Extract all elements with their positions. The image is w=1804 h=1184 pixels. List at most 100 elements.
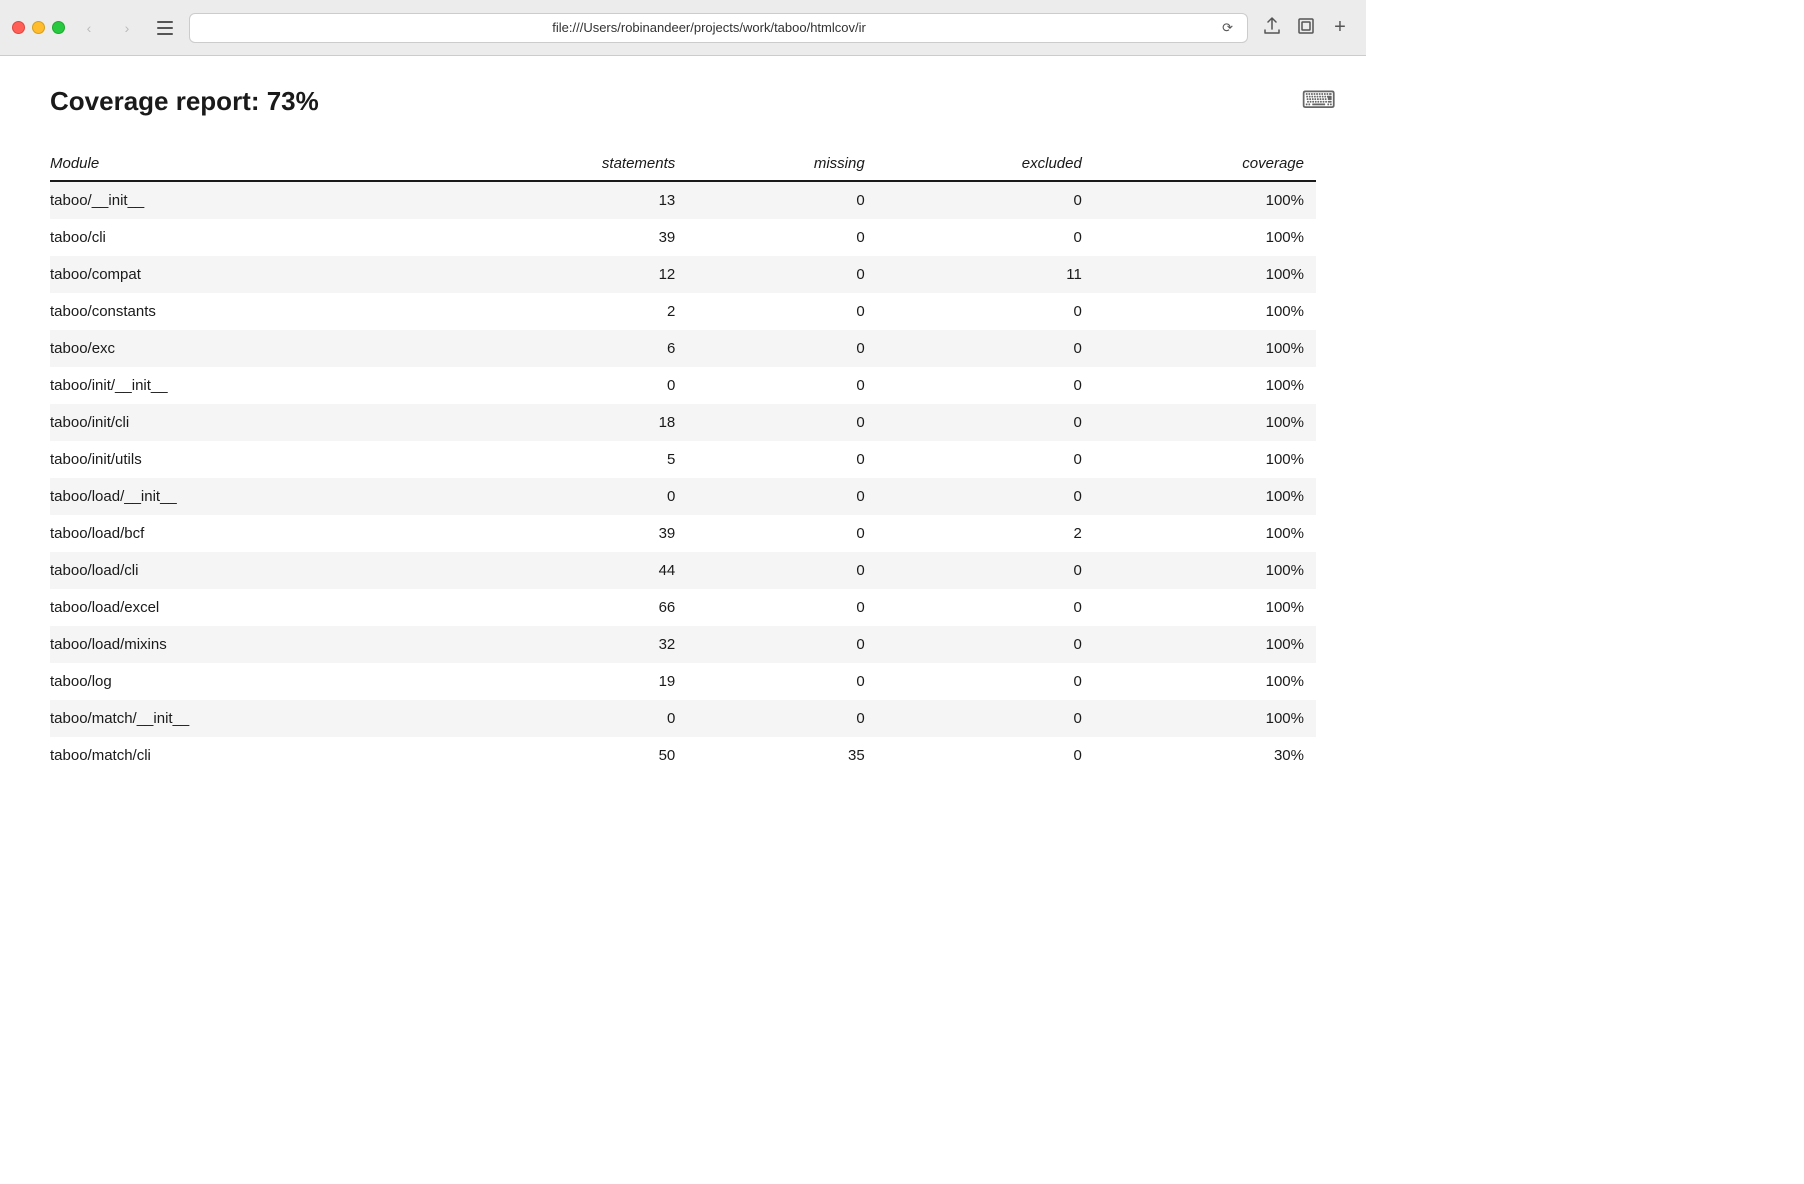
cell-missing: 0 (687, 256, 876, 293)
cell-module: taboo/load/__init__ (50, 478, 430, 515)
module-link[interactable]: taboo/exc (50, 340, 115, 357)
cell-statements: 5 (430, 441, 687, 478)
cell-missing: 0 (687, 367, 876, 404)
share-icon (1264, 17, 1280, 39)
share-button[interactable] (1258, 14, 1286, 42)
table-row[interactable]: taboo/compat 12011100% (50, 256, 1316, 293)
cell-module: taboo/log (50, 663, 430, 700)
back-button[interactable]: ‹ (75, 14, 103, 42)
table-row[interactable]: taboo/init/cli1800100% (50, 404, 1316, 441)
module-link[interactable]: taboo/load/cli (50, 562, 138, 579)
traffic-lights (12, 21, 65, 34)
page-content: Coverage report: 73% ⌨ Module statements… (0, 56, 1366, 804)
module-link[interactable]: taboo/load/excel (50, 599, 159, 616)
cell-statements: 18 (430, 404, 687, 441)
browser-chrome: ‹ › file:///Users/robinandeer/projects/w… (0, 0, 1366, 56)
cell-coverage: 100% (1094, 589, 1316, 626)
forward-icon: › (125, 20, 130, 36)
module-link[interactable]: taboo/match/cli (50, 747, 151, 764)
module-link[interactable]: taboo/init/__init__ (50, 377, 168, 394)
address-bar[interactable]: file:///Users/robinandeer/projects/work/… (189, 13, 1248, 43)
cell-module: taboo/load/bcf (50, 515, 430, 552)
cell-excluded: 0 (877, 293, 1094, 330)
cell-statements: 44 (430, 552, 687, 589)
cell-module: taboo/load/excel (50, 589, 430, 626)
col-module: Module (50, 147, 430, 181)
table-row[interactable]: taboo/init/__init__000100% (50, 367, 1316, 404)
close-button[interactable] (12, 21, 25, 34)
table-row[interactable]: taboo/load/mixins3200100% (50, 626, 1316, 663)
cell-statements: 19 (430, 663, 687, 700)
table-body: taboo/__init__1300100%taboo/cli3900100%t… (50, 181, 1316, 774)
reload-button[interactable]: ⟳ (1218, 18, 1237, 38)
cell-coverage: 100% (1094, 700, 1316, 737)
cell-module: taboo/load/mixins (50, 626, 430, 663)
table-row[interactable]: taboo/load/__init__000100% (50, 478, 1316, 515)
cell-coverage: 100% (1094, 552, 1316, 589)
minimize-button[interactable] (32, 21, 45, 34)
table-row[interactable]: taboo/load/bcf3902100% (50, 515, 1316, 552)
page-title: Coverage report: 73% (50, 86, 1316, 117)
cell-coverage: 100% (1094, 515, 1316, 552)
cell-module: taboo/exc (50, 330, 430, 367)
cell-excluded: 0 (877, 663, 1094, 700)
module-link[interactable]: taboo/match/__init__ (50, 710, 189, 727)
col-coverage: coverage (1094, 147, 1316, 181)
cell-statements: 66 (430, 589, 687, 626)
sidebar-icon (157, 21, 173, 35)
cell-module: taboo/compat (50, 256, 430, 293)
cell-excluded: 2 (877, 515, 1094, 552)
table-row[interactable]: taboo/log1900100% (50, 663, 1316, 700)
module-link[interactable]: taboo/load/mixins (50, 636, 167, 653)
cell-coverage: 100% (1094, 663, 1316, 700)
table-row[interactable]: taboo/constants200100% (50, 293, 1316, 330)
col-excluded: excluded (877, 147, 1094, 181)
cell-missing: 0 (687, 404, 876, 441)
window-icon (1298, 18, 1314, 38)
cell-statements: 0 (430, 700, 687, 737)
cell-excluded: 0 (877, 589, 1094, 626)
module-link[interactable]: taboo/load/bcf (50, 525, 144, 542)
cell-statements: 32 (430, 626, 687, 663)
module-link[interactable]: taboo/init/utils (50, 451, 142, 468)
cell-missing: 0 (687, 181, 876, 219)
module-link[interactable]: taboo/init/cli (50, 414, 129, 431)
module-link[interactable]: taboo/constants (50, 303, 156, 320)
module-link[interactable]: taboo/load/__init__ (50, 488, 177, 505)
col-missing: missing (687, 147, 876, 181)
header-row: Module statements missing excluded cover… (50, 147, 1316, 181)
table-row[interactable]: taboo/match/cli5035030% (50, 737, 1316, 774)
module-link[interactable]: taboo/__init__ (50, 192, 144, 209)
module-link[interactable]: taboo/cli (50, 229, 106, 246)
module-link[interactable]: taboo/log (50, 673, 112, 690)
table-row[interactable]: taboo/load/cli4400100% (50, 552, 1316, 589)
cell-statements: 0 (430, 478, 687, 515)
window-button[interactable] (1292, 14, 1320, 42)
cell-coverage: 100% (1094, 404, 1316, 441)
cell-statements: 12 (430, 256, 687, 293)
cell-excluded: 0 (877, 330, 1094, 367)
cell-statements: 13 (430, 181, 687, 219)
sidebar-toggle-button[interactable] (151, 14, 179, 42)
table-row[interactable]: taboo/init/utils500100% (50, 441, 1316, 478)
cell-module: taboo/init/utils (50, 441, 430, 478)
cell-missing: 35 (687, 737, 876, 774)
cell-module: taboo/match/cli (50, 737, 430, 774)
cell-missing: 0 (687, 589, 876, 626)
new-tab-button[interactable]: + (1326, 14, 1354, 42)
cell-excluded: 11 (877, 256, 1094, 293)
cell-statements: 39 (430, 219, 687, 256)
cell-coverage: 100% (1094, 256, 1316, 293)
table-row[interactable]: taboo/cli3900100% (50, 219, 1316, 256)
table-row[interactable]: taboo/load/excel6600100% (50, 589, 1316, 626)
table-row[interactable]: taboo/exc600100% (50, 330, 1316, 367)
maximize-button[interactable] (52, 21, 65, 34)
cell-excluded: 0 (877, 626, 1094, 663)
table-row[interactable]: taboo/__init__1300100% (50, 181, 1316, 219)
cell-statements: 2 (430, 293, 687, 330)
cell-excluded: 0 (877, 552, 1094, 589)
cell-missing: 0 (687, 700, 876, 737)
module-link[interactable]: taboo/compat (50, 266, 141, 283)
table-row[interactable]: taboo/match/__init__000100% (50, 700, 1316, 737)
forward-button[interactable]: › (113, 14, 141, 42)
